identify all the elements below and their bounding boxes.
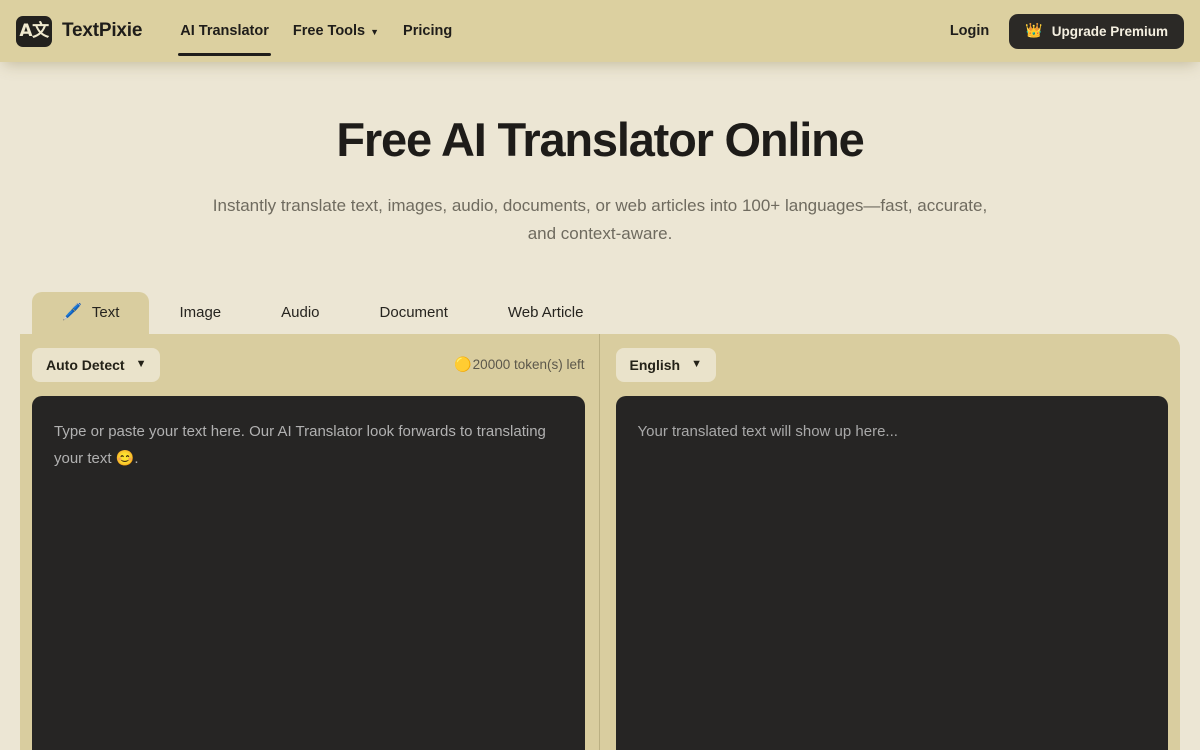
tab-label: Image: [179, 303, 222, 321]
tab-audio[interactable]: Audio: [251, 292, 349, 334]
nav-item-label: Free Tools: [292, 23, 366, 39]
coin-icon: 🟡: [454, 356, 472, 373]
tab-document[interactable]: Document: [350, 292, 478, 334]
target-pane: English ▼: [600, 334, 1181, 750]
login-button[interactable]: Login: [946, 17, 993, 45]
nav-item-free-tools[interactable]: Free Tools ▼: [281, 15, 391, 47]
source-pane: Auto Detect ▼ 🟡 20000 token(s) left: [20, 334, 599, 750]
tab-label: Web Article: [507, 303, 584, 321]
tab-label: Audio: [281, 303, 320, 321]
target-toolbar: English ▼: [615, 346, 1169, 384]
main-nav: AI Translator Free Tools ▼ Pricing: [168, 15, 464, 56]
translated-text-output[interactable]: [615, 395, 1168, 750]
source-language-select[interactable]: Auto Detect ▼: [32, 347, 161, 382]
target-language-select[interactable]: English ▼: [615, 347, 716, 382]
nav-item-pricing[interactable]: Pricing: [391, 15, 464, 47]
hero-section: Free AI Translator Online Instantly tran…: [0, 62, 1200, 248]
target-language-label: English: [629, 356, 681, 373]
translate-logo-icon: A文: [16, 15, 52, 47]
pen-icon: 🖊️: [62, 302, 82, 322]
crown-icon: 👑: [1025, 23, 1043, 39]
site-header: A文 TextPixie AI Translator Free Tools ▼ …: [0, 0, 1200, 62]
tab-web-article[interactable]: Web Article: [478, 292, 614, 334]
nav-item-label: Pricing: [403, 23, 453, 39]
token-counter-label: 20000 token(s) left: [472, 357, 585, 373]
chevron-down-icon: ▼: [370, 26, 380, 37]
source-toolbar: Auto Detect ▼ 🟡 20000 token(s) left: [32, 346, 585, 384]
token-counter: 🟡 20000 token(s) left: [454, 357, 584, 372]
tab-label: Text: [91, 303, 120, 321]
brand-logo[interactable]: A文 TextPixie: [16, 15, 143, 47]
header-actions: Login 👑 Upgrade Premium: [946, 13, 1184, 49]
source-text-input[interactable]: [32, 395, 585, 750]
brand-name: TextPixie: [62, 20, 143, 41]
source-language-label: Auto Detect: [46, 356, 125, 373]
mode-tabs: 🖊️ Text Image Audio Document Web Article: [0, 291, 1200, 334]
chevron-down-icon: ▼: [135, 358, 147, 371]
tab-label: Document: [379, 303, 448, 321]
tab-image[interactable]: Image: [149, 292, 251, 334]
page-title: Free AI Translator Online: [336, 113, 864, 166]
upgrade-premium-label: Upgrade Premium: [1051, 23, 1168, 39]
page-subtitle: Instantly translate text, images, audio,…: [212, 195, 988, 243]
tab-text[interactable]: 🖊️ Text: [32, 291, 150, 334]
upgrade-premium-button[interactable]: 👑 Upgrade Premium: [1009, 13, 1184, 49]
nav-item-label: AI Translator: [180, 23, 269, 39]
nav-item-ai-translator[interactable]: AI Translator: [168, 15, 281, 56]
translator-panel: Auto Detect ▼ 🟡 20000 token(s) left Engl…: [20, 333, 1181, 750]
chevron-down-icon: ▼: [691, 358, 702, 371]
